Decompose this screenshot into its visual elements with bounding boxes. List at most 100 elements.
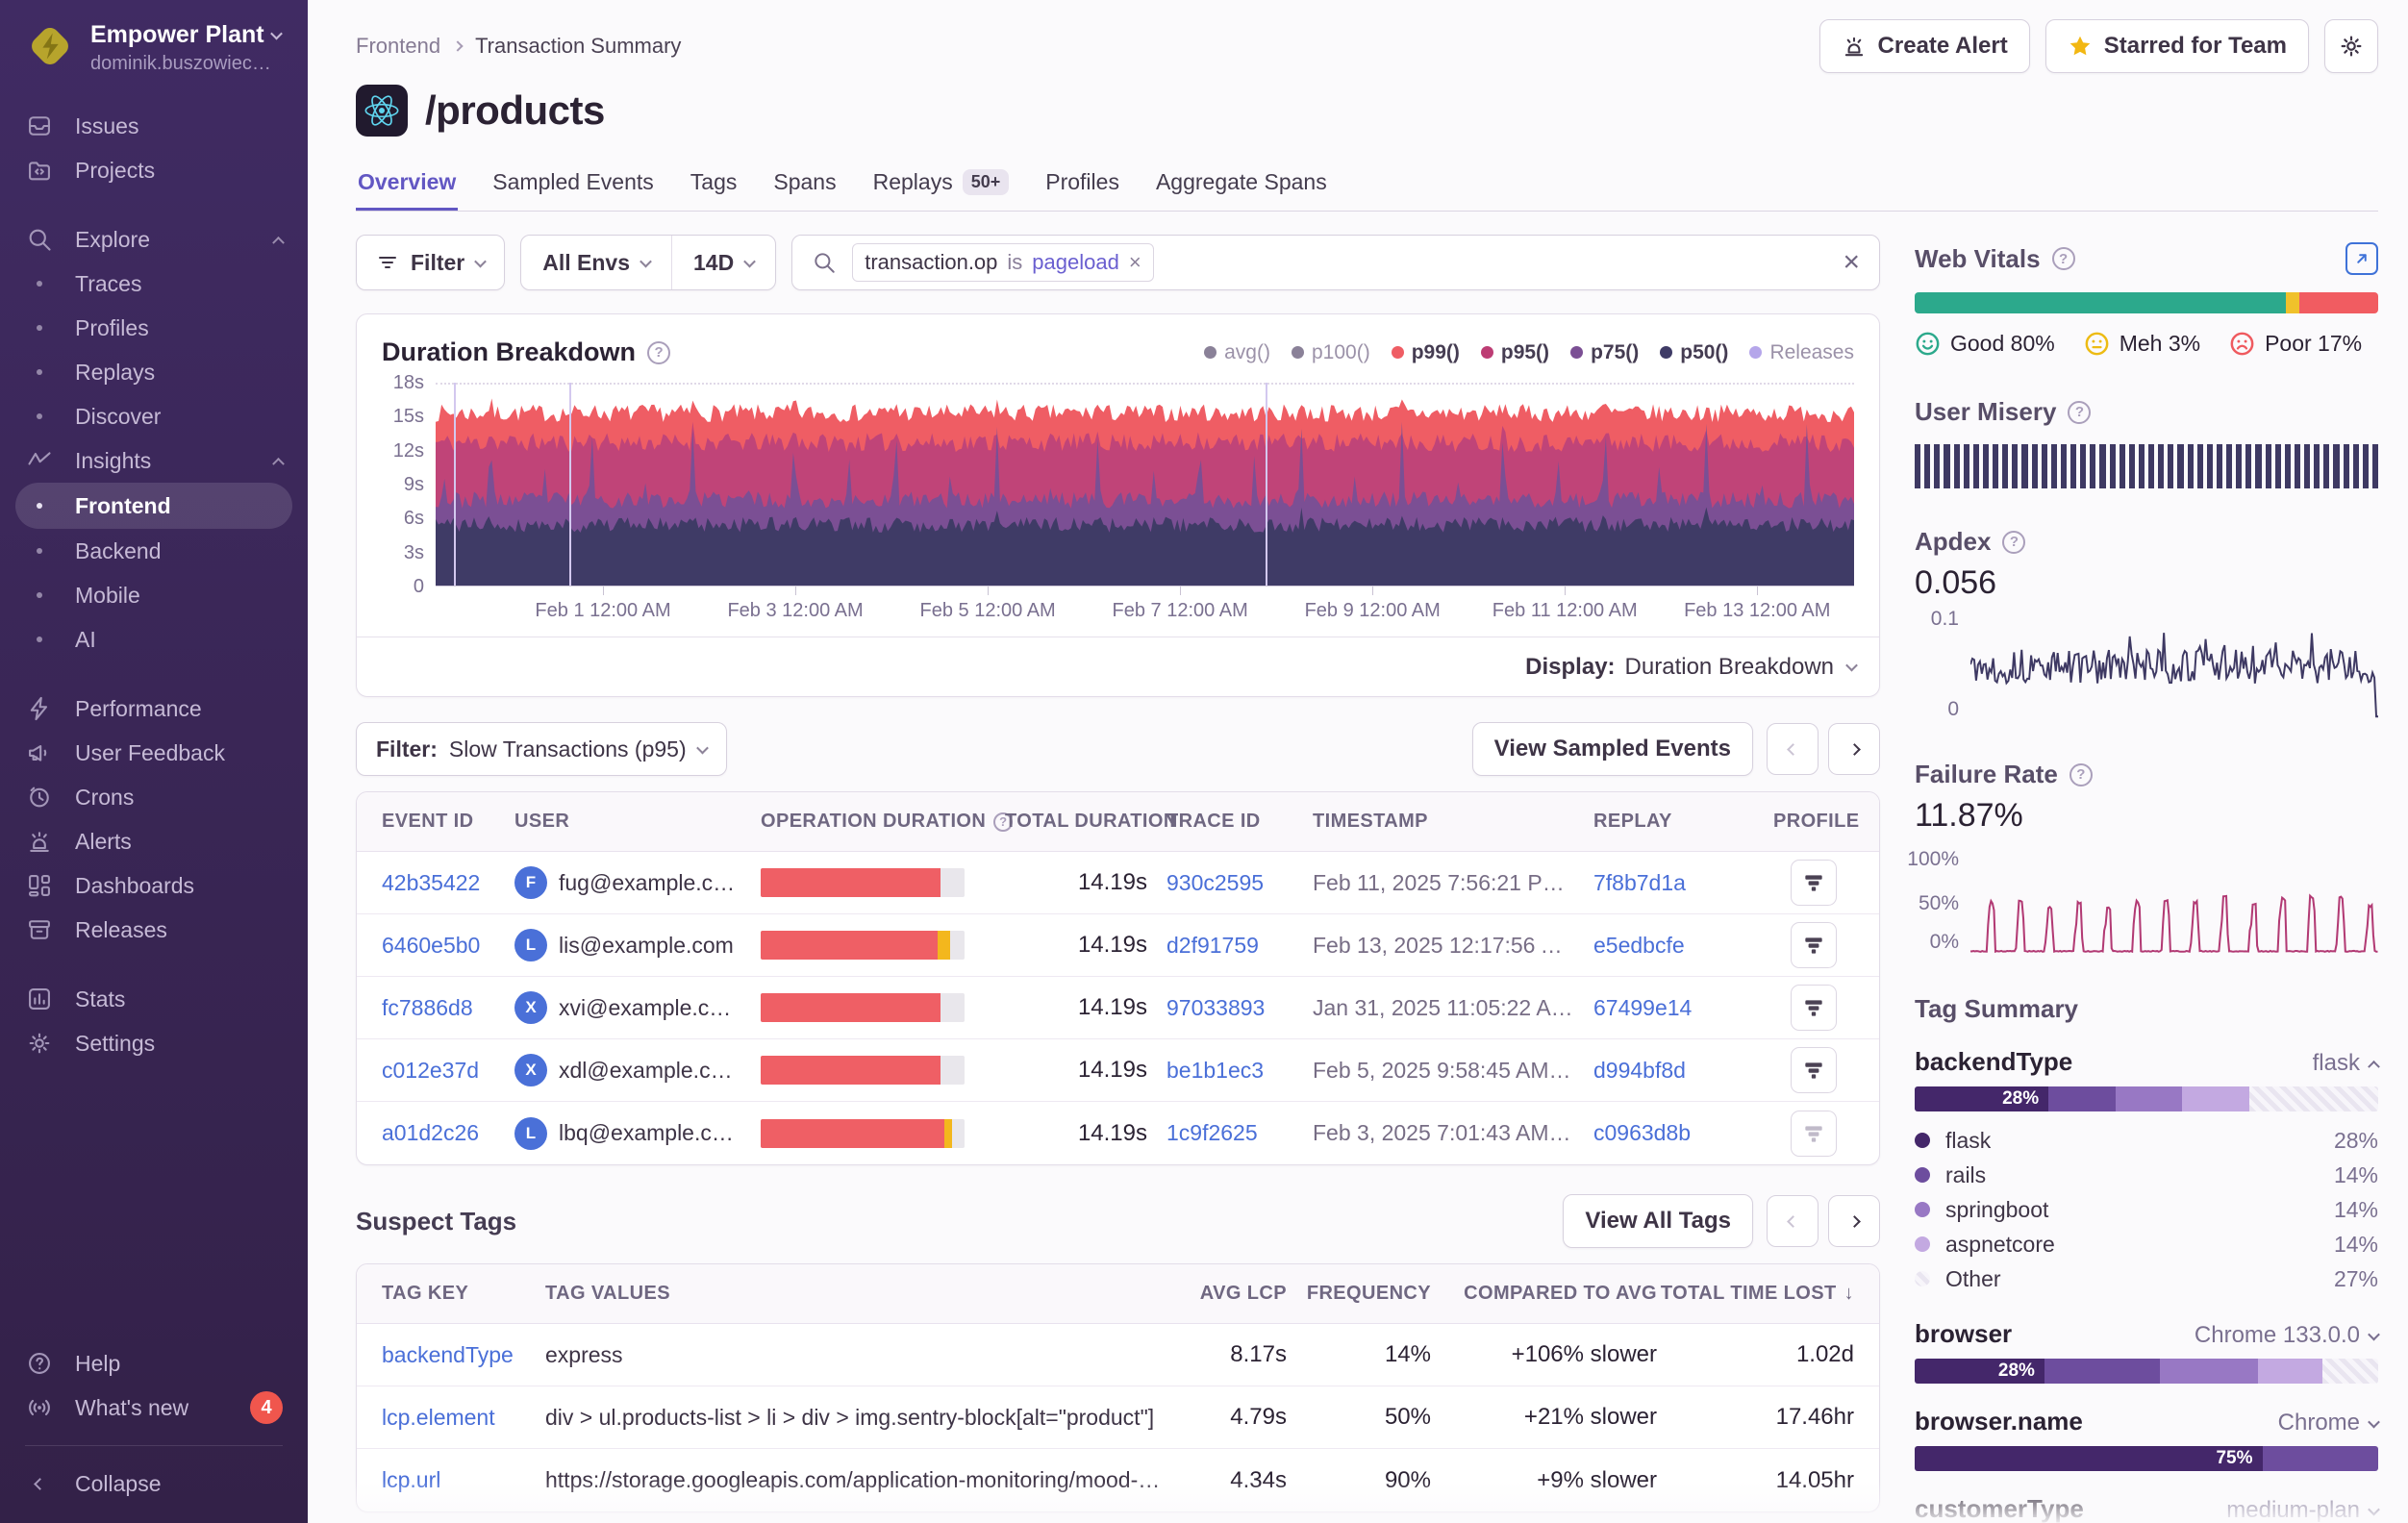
sidebar-item-alerts[interactable]: Alerts bbox=[0, 819, 308, 863]
tab-sampled-events[interactable]: Sampled Events bbox=[490, 165, 655, 211]
sidebar-item-performance[interactable]: Performance bbox=[0, 687, 308, 731]
create-alert-button[interactable]: Create Alert bbox=[1819, 19, 2030, 73]
replay-id-link[interactable]: e5edbcfe bbox=[1593, 933, 1754, 959]
previous-page-button[interactable] bbox=[1767, 723, 1819, 775]
sidebar-item-whats-new[interactable]: What's new 4 bbox=[0, 1386, 308, 1430]
tag-value-selector[interactable]: medium-plan bbox=[2226, 1497, 2378, 1523]
tag-key-link[interactable]: lcp.url bbox=[382, 1467, 526, 1493]
tag-distribution-bar[interactable]: 75% bbox=[1915, 1446, 2378, 1471]
event-id-link[interactable]: c012e37d bbox=[382, 1058, 495, 1084]
search-input[interactable]: transaction.op is pageload × × bbox=[791, 235, 1880, 290]
event-id-link[interactable]: a01d2c26 bbox=[382, 1120, 495, 1146]
legend-item[interactable]: p50() bbox=[1660, 341, 1728, 364]
profile-button[interactable] bbox=[1791, 922, 1837, 968]
table-row[interactable]: 42b35422 Ffug@example.c… 14.19s 930c2595… bbox=[357, 852, 1879, 914]
event-id-link[interactable]: fc7886d8 bbox=[382, 995, 495, 1021]
table-row[interactable]: fc7886d8 Xxvi@example.co… 14.19s 9703389… bbox=[357, 977, 1879, 1039]
tab-replays[interactable]: Replays50+ bbox=[871, 165, 1012, 211]
table-row[interactable]: lcp.url https://storage.googleapis.com/a… bbox=[357, 1449, 1879, 1511]
replay-id-link[interactable]: 67499e14 bbox=[1593, 995, 1754, 1021]
filter-button[interactable]: Filter bbox=[356, 235, 505, 290]
table-row[interactable]: 6460e5b0 Llis@example.com 14.19s d2f9175… bbox=[357, 914, 1879, 977]
sidebar-item-frontend[interactable]: Frontend bbox=[15, 483, 292, 529]
table-row[interactable]: a01d2c26 Llbq@example.c… 14.19s 1c9f2625… bbox=[357, 1102, 1879, 1164]
apdex-chart[interactable] bbox=[1970, 608, 2378, 721]
tab-aggregate-spans[interactable]: Aggregate Spans bbox=[1154, 165, 1329, 211]
profile-button[interactable] bbox=[1791, 860, 1837, 906]
environment-selector[interactable]: All Envs bbox=[521, 236, 671, 289]
tab-spans[interactable]: Spans bbox=[771, 165, 838, 211]
help-icon[interactable]: ? bbox=[647, 341, 670, 364]
tag-distribution-bar[interactable]: 28% bbox=[1915, 1086, 2378, 1111]
trace-id-link[interactable]: 1c9f2625 bbox=[1166, 1120, 1293, 1146]
sidebar-section-explore[interactable]: Explore bbox=[0, 217, 308, 262]
trace-id-link[interactable]: 930c2595 bbox=[1166, 870, 1293, 896]
table-row[interactable]: c012e37d Xxdl@example.co… 14.19s be1b1ec… bbox=[357, 1039, 1879, 1102]
sort-column-header[interactable]: TOTAL TIME LOST↓ bbox=[1676, 1283, 1854, 1305]
view-sampled-events-button[interactable]: View Sampled Events bbox=[1472, 722, 1753, 776]
sidebar-item-settings[interactable]: Settings bbox=[0, 1021, 308, 1065]
sidebar-item-stats[interactable]: Stats bbox=[0, 977, 308, 1021]
table-row[interactable]: backendType express 8.17s 14% +106% slow… bbox=[357, 1324, 1879, 1386]
tag-legend-item[interactable]: springboot14% bbox=[1915, 1192, 2378, 1227]
replay-id-link[interactable]: d994bf8d bbox=[1593, 1058, 1754, 1084]
tab-tags[interactable]: Tags bbox=[689, 165, 740, 211]
tag-legend-item[interactable]: rails14% bbox=[1915, 1158, 2378, 1192]
profile-button[interactable] bbox=[1791, 1047, 1837, 1093]
trace-id-link[interactable]: be1b1ec3 bbox=[1166, 1058, 1293, 1084]
legend-item[interactable]: p75() bbox=[1570, 341, 1639, 364]
web-vitals-bar[interactable] bbox=[1915, 292, 2378, 313]
clear-search-icon[interactable]: × bbox=[1843, 248, 1860, 277]
previous-page-button[interactable] bbox=[1767, 1195, 1819, 1247]
tag-value-selector[interactable]: Chrome 133.0.0 bbox=[2195, 1322, 2378, 1349]
legend-item[interactable]: p100() bbox=[1292, 341, 1370, 364]
display-selector[interactable]: Display: Duration Breakdown bbox=[357, 637, 1879, 696]
org-switcher[interactable]: Empower Plant dominik.buszowiec… bbox=[0, 21, 308, 75]
tag-value-selector[interactable]: Chrome bbox=[2278, 1410, 2378, 1436]
tag-legend-item[interactable]: flask28% bbox=[1915, 1123, 2378, 1158]
tag-key-link[interactable]: lcp.element bbox=[382, 1405, 526, 1431]
search-token[interactable]: transaction.op is pageload × bbox=[852, 243, 1154, 282]
help-icon[interactable]: ? bbox=[2002, 531, 2025, 554]
breadcrumb-frontend[interactable]: Frontend bbox=[356, 34, 440, 59]
next-page-button[interactable] bbox=[1828, 1195, 1880, 1247]
help-icon[interactable]: ? bbox=[2052, 247, 2075, 270]
legend-item[interactable]: p95() bbox=[1481, 341, 1549, 364]
sidebar-collapse-button[interactable]: Collapse bbox=[0, 1461, 308, 1506]
view-all-tags-button[interactable]: View All Tags bbox=[1563, 1194, 1753, 1248]
remove-token-icon[interactable]: × bbox=[1129, 250, 1141, 275]
sidebar-item-profiles[interactable]: Profiles bbox=[0, 306, 308, 350]
profile-button[interactable] bbox=[1791, 1111, 1837, 1157]
tab-profiles[interactable]: Profiles bbox=[1043, 165, 1121, 211]
sidebar-item-ai[interactable]: AI bbox=[0, 617, 308, 662]
sidebar-item-releases[interactable]: Releases bbox=[0, 908, 308, 952]
sidebar-section-insights[interactable]: Insights bbox=[0, 438, 308, 483]
starred-for-team-button[interactable]: Starred for Team bbox=[2045, 19, 2309, 73]
profile-button[interactable] bbox=[1791, 985, 1837, 1031]
trace-id-link[interactable]: 97033893 bbox=[1166, 995, 1293, 1021]
tag-legend-item[interactable]: Other27% bbox=[1915, 1261, 2378, 1296]
tag-legend-item[interactable]: aspnetcore14% bbox=[1915, 1227, 2378, 1261]
external-link-icon[interactable] bbox=[2345, 242, 2378, 275]
help-icon[interactable]: ? bbox=[2068, 401, 2091, 424]
tag-key-link[interactable]: backendType bbox=[382, 1342, 526, 1368]
trace-id-link[interactable]: d2f91759 bbox=[1166, 933, 1293, 959]
next-page-button[interactable] bbox=[1828, 723, 1880, 775]
sidebar-item-issues[interactable]: Issues bbox=[0, 104, 308, 148]
legend-item[interactable]: avg() bbox=[1204, 341, 1270, 364]
sidebar-item-user-feedback[interactable]: User Feedback bbox=[0, 731, 308, 775]
sidebar-item-replays[interactable]: Replays bbox=[0, 350, 308, 394]
chart-legend[interactable]: avg()p100()p99()p95()p75()p50()Releases bbox=[1204, 341, 1854, 364]
replay-id-link[interactable]: c0963d8b bbox=[1593, 1120, 1754, 1146]
table-row[interactable]: lcp.element div > ul.products-list > li … bbox=[357, 1386, 1879, 1449]
transactions-filter-selector[interactable]: Filter: Slow Transactions (p95) bbox=[356, 722, 727, 776]
failure-rate-chart[interactable] bbox=[1970, 848, 2378, 954]
sidebar-item-backend[interactable]: Backend bbox=[0, 529, 308, 573]
sidebar-item-help[interactable]: Help bbox=[0, 1341, 308, 1386]
event-id-link[interactable]: 42b35422 bbox=[382, 870, 495, 896]
legend-item[interactable]: p99() bbox=[1392, 341, 1460, 364]
sidebar-item-mobile[interactable]: Mobile bbox=[0, 573, 308, 617]
sidebar-item-dashboards[interactable]: Dashboards bbox=[0, 863, 308, 908]
duration-breakdown-chart[interactable] bbox=[436, 383, 1854, 587]
date-range-selector[interactable]: 14D bbox=[671, 236, 775, 289]
